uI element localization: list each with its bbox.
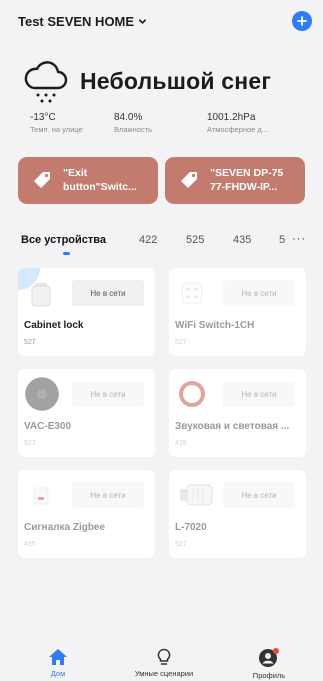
device-room: 527: [24, 339, 36, 346]
temperature-stat: -13°C Темп. на улице: [30, 112, 83, 134]
home-name: Test SEVEN HOME: [18, 14, 135, 29]
notification-badge: [273, 648, 279, 654]
add-device-button[interactable]: [292, 11, 312, 31]
scene-card-exit-button[interactable]: "Exit button"Switc...: [18, 157, 158, 204]
device-room: 435: [175, 440, 187, 447]
tab-435[interactable]: 435: [233, 234, 251, 246]
plus-icon: [297, 16, 307, 26]
device-room: 527: [24, 440, 36, 447]
vacuum-device-icon: [25, 377, 59, 411]
nav-smart-scenes[interactable]: Умные сценарии: [122, 648, 206, 678]
device-name: WiFi Switch-1CH: [175, 320, 255, 331]
scene-card-seven-dp[interactable]: "SEVEN DP-75 77-FHDW-IP...: [165, 157, 305, 204]
tab-all-devices[interactable]: Все устройства: [21, 234, 106, 246]
room-tabs: Все устройства 422 525 435 5 ···: [0, 230, 323, 258]
device-card-wifi-switch[interactable]: Не в сети WiFi Switch-1CH 527: [169, 268, 306, 356]
profile-icon: [259, 648, 279, 667]
device-card-cabinet-lock[interactable]: Не в сети Cabinet lock 527: [18, 268, 155, 356]
tab-indicator: [63, 252, 70, 255]
temperature-value: -13°C: [30, 112, 56, 123]
device-card-l-7020[interactable]: Не в сети L-7020 527: [169, 470, 306, 558]
pressure-label: Атмосферное д...: [207, 125, 269, 134]
app-header: Test SEVEN HOME: [0, 0, 323, 48]
tab-422[interactable]: 422: [139, 234, 157, 246]
device-room: 435: [24, 541, 36, 548]
device-room: 527: [175, 339, 187, 346]
weather-condition: Небольшой снег: [80, 68, 272, 94]
pressure-stat: 1001.2hPa Атмосферное д...: [207, 112, 268, 134]
thermostat-device-icon: [180, 484, 213, 506]
pressure-value: 1001.2hPa: [207, 112, 256, 123]
chevron-down-icon: [139, 19, 147, 24]
snow-cloud-icon: [24, 61, 68, 103]
device-status-button[interactable]: Не в сети: [72, 280, 144, 306]
device-name: Сигналка Zigbee: [24, 522, 106, 533]
tag-icon: [34, 172, 50, 188]
siren-device-icon: [179, 381, 205, 407]
humidity-value: 84.0%: [114, 112, 143, 123]
tag-icon: [181, 172, 197, 188]
humidity-stat: 84.0% Влажность: [114, 112, 152, 134]
device-room: 527: [175, 541, 187, 548]
home-selector[interactable]: Test SEVEN HOME: [18, 14, 147, 29]
weather-panel[interactable]: Небольшой снег -13°C Темп. на улице 84.0…: [0, 56, 323, 140]
scene-label: "SEVEN DP-75 77-FHDW-IP...: [210, 167, 284, 193]
humidity-label: Влажность: [114, 125, 152, 134]
device-card-vac-e300[interactable]: Не в сети VAC-E300 527: [18, 369, 155, 457]
device-card-zigbee-alarm[interactable]: Не в сети Сигналка Zigbee 435: [18, 470, 155, 558]
tab-5[interactable]: 5: [279, 234, 285, 246]
device-status-button[interactable]: Не в сети: [223, 280, 295, 306]
nav-home[interactable]: Дом: [40, 648, 76, 678]
device-status-button[interactable]: Не в сети: [72, 381, 144, 407]
more-tabs-button[interactable]: ···: [292, 233, 306, 245]
scene-label: "Exit button"Switc...: [63, 167, 137, 193]
tab-525[interactable]: 525: [186, 234, 204, 246]
nav-scenes-label: Умные сценарии: [134, 669, 194, 678]
device-card-siren[interactable]: Не в сети Звуковая и световая ... 435: [169, 369, 306, 457]
lightbulb-icon: [157, 648, 171, 665]
temperature-label: Темп. на улице: [30, 125, 83, 134]
device-name: Cabinet lock: [24, 320, 84, 331]
alarm-device-icon: [33, 487, 49, 505]
home-icon: [49, 649, 67, 665]
lock-device-icon: [31, 283, 51, 307]
device-name: Звуковая и световая ...: [175, 421, 290, 432]
device-status-button[interactable]: Не в сети: [223, 482, 295, 508]
nav-home-label: Дом: [50, 669, 66, 678]
bottom-navigation: Дом Умные сценарии Профиль: [0, 640, 323, 681]
device-status-button[interactable]: Не в сети: [223, 381, 295, 407]
switch-device-icon: [181, 282, 203, 304]
device-name: L-7020: [175, 522, 207, 533]
device-status-button[interactable]: Не в сети: [72, 482, 144, 508]
nav-profile[interactable]: Профиль: [246, 648, 292, 680]
device-name: VAC-E300: [24, 421, 72, 432]
nav-profile-label: Профиль: [252, 671, 286, 680]
